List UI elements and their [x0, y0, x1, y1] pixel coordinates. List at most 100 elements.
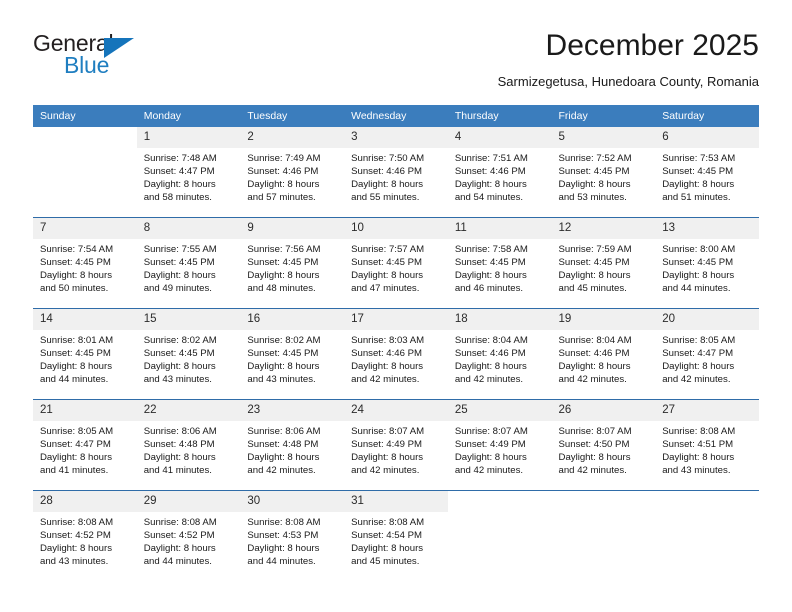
day-details: Sunrise: 7:52 AM Sunset: 4:45 PM Daylight:…: [552, 148, 656, 204]
day-detail-line: Daylight: 8 hours: [247, 179, 320, 191]
day-detail-line: Sunrise: 8:01 AM: [40, 335, 114, 346]
day-number: [551, 491, 656, 512]
day-detail-line: Sunset: 4:51 PM: [662, 439, 734, 451]
day-detail-line: Sunrise: 8:04 AM: [558, 335, 632, 346]
day-detail-line: and 47 minutes.: [351, 283, 420, 295]
day-detail-line: Daylight: 8 hours: [247, 452, 320, 464]
calendar-day-cell[interactable]: 26 Sunrise: 8:07 AM Sunset: 4:50 PM Dayligh…: [551, 399, 656, 491]
calendar-day-cell[interactable]: 31 Sunrise: 8:08 AM Sunset: 4:54 PM Dayligh…: [344, 490, 448, 581]
calendar-day-cell[interactable]: 5 Sunrise: 7:52 AM Sunset: 4:45 PM Daylight…: [551, 127, 656, 218]
day-number: 1: [136, 127, 241, 148]
day-details: Sunrise: 8:04 AM Sunset: 4:46 PM Daylight:…: [448, 330, 552, 386]
day-detail-line: and 48 minutes.: [247, 283, 316, 295]
calendar-day-cell[interactable]: 18 Sunrise: 8:04 AM Sunset: 4:46 PM Dayligh…: [447, 308, 552, 400]
day-detail-line: Sunrise: 8:02 AM: [247, 335, 321, 346]
calendar-day-cell[interactable]: 22 Sunrise: 8:06 AM Sunset: 4:48 PM Dayligh…: [136, 399, 241, 491]
day-detail-line: Sunset: 4:45 PM: [351, 257, 423, 269]
day-detail-line: Daylight: 8 hours: [351, 361, 424, 373]
day-detail-line: Sunrise: 7:52 AM: [558, 153, 632, 164]
day-details: Sunrise: 8:08 AM Sunset: 4:52 PM Daylight:…: [33, 512, 137, 568]
day-number: 24: [344, 400, 448, 421]
calendar-page: General Blue December 2025 Sarmizegetusa…: [0, 0, 792, 612]
calendar-day-cell[interactable]: 2 Sunrise: 7:49 AM Sunset: 4:46 PM Daylight…: [240, 127, 345, 218]
day-detail-line: Daylight: 8 hours: [454, 452, 527, 464]
calendar-day-cell[interactable]: 7 Sunrise: 7:54 AM Sunset: 4:45 PM Daylight…: [33, 217, 137, 309]
day-detail-line: Sunrise: 8:08 AM: [40, 517, 114, 528]
day-number: 6: [655, 127, 759, 148]
calendar-day-cell[interactable]: 28 Sunrise: 8:08 AM Sunset: 4:52 PM Dayligh…: [33, 490, 137, 581]
day-detail-line: and 50 minutes.: [40, 283, 109, 295]
day-number: 28: [33, 491, 137, 512]
calendar-day-cell[interactable]: 17 Sunrise: 8:03 AM Sunset: 4:46 PM Dayligh…: [344, 308, 448, 400]
calendar-day-cell[interactable]: 10 Sunrise: 7:57 AM Sunset: 4:45 PM Dayligh…: [344, 217, 448, 309]
day-detail-line: and 43 minutes.: [40, 556, 109, 568]
day-detail-line: Sunrise: 8:06 AM: [247, 426, 321, 437]
day-details: Sunrise: 7:59 AM Sunset: 4:45 PM Daylight:…: [552, 239, 656, 295]
calendar-day-cell[interactable]: 24 Sunrise: 8:07 AM Sunset: 4:49 PM Dayligh…: [344, 399, 448, 491]
calendar-day-cell[interactable]: 6 Sunrise: 7:53 AM Sunset: 4:45 PM Daylight…: [655, 127, 759, 218]
calendar-day-cell[interactable]: 29 Sunrise: 8:08 AM Sunset: 4:52 PM Dayligh…: [136, 490, 241, 581]
calendar-day-cell[interactable]: 9 Sunrise: 7:56 AM Sunset: 4:45 PM Daylight…: [240, 217, 345, 309]
day-details: Sunrise: 8:08 AM Sunset: 4:51 PM Daylight:…: [655, 421, 759, 477]
calendar-day-cell[interactable]: 21 Sunrise: 8:05 AM Sunset: 4:47 PM Dayligh…: [33, 399, 137, 491]
day-detail-line: Sunset: 4:47 PM: [143, 166, 215, 178]
calendar-day-cell[interactable]: 11 Sunrise: 7:58 AM Sunset: 4:45 PM Dayligh…: [447, 217, 552, 309]
day-detail-line: Daylight: 8 hours: [247, 543, 320, 555]
day-detail-line: and 42 minutes.: [351, 374, 420, 386]
day-detail-line: and 42 minutes.: [247, 465, 316, 477]
day-detail-line: Daylight: 8 hours: [143, 543, 216, 555]
day-detail-line: and 44 minutes.: [40, 374, 109, 386]
day-detail-line: Sunrise: 8:00 AM: [662, 244, 736, 255]
day-detail-line: Daylight: 8 hours: [351, 452, 424, 464]
calendar-day-cell[interactable]: 25 Sunrise: 8:07 AM Sunset: 4:49 PM Dayligh…: [447, 399, 552, 491]
day-number: 31: [344, 491, 448, 512]
day-number: 5: [551, 127, 656, 148]
day-detail-line: and 42 minutes.: [351, 465, 420, 477]
calendar-day-cell[interactable]: 1 Sunrise: 7:48 AM Sunset: 4:47 PM Daylight…: [136, 127, 241, 218]
day-detail-line: Sunset: 4:45 PM: [40, 257, 111, 269]
calendar-day-cell[interactable]: 4 Sunrise: 7:51 AM Sunset: 4:46 PM Daylight…: [447, 127, 552, 218]
day-number: 17: [344, 309, 448, 330]
day-detail-line: Sunset: 4:45 PM: [454, 257, 526, 269]
weekday-header-sunday: Sunday: [33, 105, 137, 127]
calendar-day-cell[interactable]: 13 Sunrise: 8:00 AM Sunset: 4:45 PM Dayligh…: [655, 217, 759, 309]
day-detail-line: Daylight: 8 hours: [454, 179, 527, 191]
day-detail-line: and 42 minutes.: [558, 374, 627, 386]
day-detail-line: Daylight: 8 hours: [558, 452, 631, 464]
day-detail-line: and 43 minutes.: [662, 465, 731, 477]
day-detail-line: Sunrise: 8:04 AM: [454, 335, 528, 346]
calendar-day-cell[interactable]: 8 Sunrise: 7:55 AM Sunset: 4:45 PM Daylight…: [136, 217, 241, 309]
day-details: Sunrise: 7:53 AM Sunset: 4:45 PM Daylight:…: [655, 148, 759, 204]
day-detail-line: and 46 minutes.: [454, 283, 524, 295]
day-details: Sunrise: 8:02 AM Sunset: 4:45 PM Daylight:…: [137, 330, 241, 386]
weekday-header-tuesday: Tuesday: [240, 105, 345, 127]
calendar-day-cell[interactable]: 15 Sunrise: 8:02 AM Sunset: 4:45 PM Dayligh…: [136, 308, 241, 400]
calendar-day-cell[interactable]: 14 Sunrise: 8:01 AM Sunset: 4:45 PM Dayligh…: [33, 308, 137, 400]
calendar-day-cell[interactable]: 19 Sunrise: 8:04 AM Sunset: 4:46 PM Dayligh…: [551, 308, 656, 400]
day-detail-line: Sunset: 4:50 PM: [558, 439, 630, 451]
calendar-day-cell[interactable]: 3 Sunrise: 7:50 AM Sunset: 4:46 PM Daylight…: [344, 127, 448, 218]
day-detail-line: Daylight: 8 hours: [40, 361, 112, 373]
day-number: 2: [240, 127, 345, 148]
day-detail-line: Sunset: 4:48 PM: [143, 439, 215, 451]
day-detail-line: Sunrise: 7:50 AM: [351, 153, 425, 164]
day-detail-line: Daylight: 8 hours: [454, 270, 527, 282]
calendar-day-cell[interactable]: 16 Sunrise: 8:02 AM Sunset: 4:45 PM Dayligh…: [240, 308, 345, 400]
calendar-day-cell[interactable]: 20 Sunrise: 8:05 AM Sunset: 4:47 PM Dayligh…: [655, 308, 759, 400]
calendar-day-cell[interactable]: 23 Sunrise: 8:06 AM Sunset: 4:48 PM Dayligh…: [240, 399, 345, 491]
day-details: Sunrise: 8:04 AM Sunset: 4:46 PM Daylight:…: [552, 330, 656, 386]
calendar-day-cell[interactable]: 27 Sunrise: 8:08 AM Sunset: 4:51 PM Dayligh…: [655, 399, 759, 491]
day-detail-line: Daylight: 8 hours: [662, 452, 735, 464]
calendar-day-cell[interactable]: 30 Sunrise: 8:08 AM Sunset: 4:53 PM Dayligh…: [240, 490, 345, 581]
day-detail-line: Sunrise: 8:07 AM: [454, 426, 528, 437]
day-details: Sunrise: 8:06 AM Sunset: 4:48 PM Daylight:…: [240, 421, 344, 477]
weekday-header-row: Sunday Monday Tuesday Wednesday Thursday…: [33, 105, 759, 127]
day-number: 15: [136, 309, 241, 330]
day-detail-line: and 49 minutes.: [143, 283, 212, 295]
day-detail-line: Sunrise: 8:05 AM: [662, 335, 736, 346]
calendar-day-cell[interactable]: 12 Sunrise: 7:59 AM Sunset: 4:45 PM Dayligh…: [551, 217, 656, 309]
day-detail-line: and 51 minutes.: [662, 192, 731, 204]
day-detail-line: Sunset: 4:45 PM: [143, 257, 215, 269]
day-number: 3: [344, 127, 448, 148]
weekday-header-thursday: Thursday: [447, 105, 552, 127]
